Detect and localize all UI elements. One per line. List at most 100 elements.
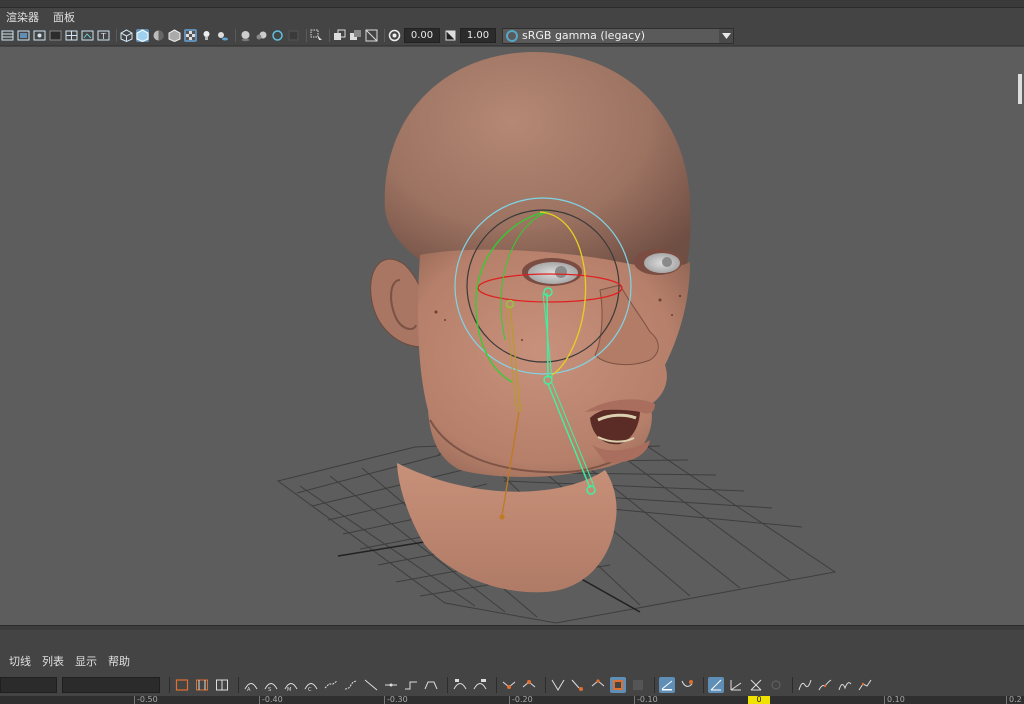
toolbar-separator xyxy=(235,29,236,42)
normalize-curves-icon[interactable] xyxy=(708,677,724,693)
step-curve-icon[interactable] xyxy=(403,677,419,693)
menu-tangents[interactable]: 切线 xyxy=(9,653,31,669)
panel-toolbar: T 0.00 1.00 sRGB gamma (legacy) xyxy=(0,26,1024,46)
break-tangents-icon[interactable] xyxy=(501,677,517,693)
current-time-marker[interactable]: 0 xyxy=(748,696,770,704)
select-camera-icon[interactable] xyxy=(1,29,14,42)
svg-text:A: A xyxy=(247,687,251,692)
xray-icon[interactable] xyxy=(333,29,346,42)
3d-viewport[interactable] xyxy=(0,47,1024,625)
menu-panels[interactable]: 面板 xyxy=(53,9,75,25)
auto-load-selection-icon[interactable] xyxy=(610,677,626,693)
graph-editor-menubar: 切线 列表 显示 帮助 xyxy=(0,652,141,670)
unify-tangents-icon[interactable] xyxy=(521,677,537,693)
ruler-tick: -0.40 xyxy=(259,696,283,704)
time-snap-icon[interactable] xyxy=(659,677,675,693)
weighted-tangents-icon[interactable] xyxy=(590,677,606,693)
gamma-field[interactable]: 1.00 xyxy=(460,28,496,43)
film-gate-icon[interactable] xyxy=(81,29,94,42)
exposure-field[interactable]: 0.00 xyxy=(404,28,440,43)
anti-aliasing-icon[interactable] xyxy=(271,29,284,42)
textured-icon[interactable] xyxy=(184,29,197,42)
center-current-time-icon[interactable] xyxy=(214,677,230,693)
smooth-shade-icon[interactable] xyxy=(136,29,149,42)
wireframe-icon[interactable] xyxy=(120,29,133,42)
image-plane-icon[interactable] xyxy=(49,29,62,42)
frame-all-icon[interactable] xyxy=(174,677,190,693)
motion-blur-icon[interactable] xyxy=(255,29,268,42)
panel-menubar: 渲染器 面板 xyxy=(0,8,1024,26)
xray-joints-icon[interactable] xyxy=(349,29,362,42)
step-tangent-icon[interactable] xyxy=(343,677,359,693)
lights-icon[interactable] xyxy=(200,29,213,42)
isolate-select-icon[interactable] xyxy=(310,29,323,42)
toolbar-separator xyxy=(384,29,385,42)
graph-editor-toolbar: A S M C xyxy=(0,674,1024,696)
flat-tangent-icon[interactable] xyxy=(323,677,339,693)
free-tangent-weight-icon[interactable] xyxy=(550,677,566,693)
ear-mesh xyxy=(370,258,427,348)
plateau-tangent-icon[interactable] xyxy=(423,677,439,693)
ruler-tick: 0.2 xyxy=(1006,696,1022,704)
ruler-tick: -0.20 xyxy=(509,696,533,704)
ruler-tick: -0.30 xyxy=(384,696,408,704)
toolbar-separator xyxy=(792,677,793,693)
clamped-tangent-icon[interactable]: M xyxy=(283,677,299,693)
menu-list[interactable]: 列表 xyxy=(42,653,64,669)
linear-tangent-icon[interactable]: C xyxy=(303,677,319,693)
exposure-icon[interactable] xyxy=(388,29,401,42)
xray-active-icon[interactable] xyxy=(365,29,378,42)
scene-render[interactable] xyxy=(0,47,1024,625)
bookmark-icon[interactable] xyxy=(33,29,46,42)
default-material-icon[interactable] xyxy=(152,29,165,42)
camera-attributes-icon[interactable] xyxy=(17,29,30,42)
toolbar-separator xyxy=(306,29,307,42)
cycle-offset-icon[interactable] xyxy=(817,677,833,693)
eyeball-right xyxy=(644,253,680,273)
stats-field-value[interactable] xyxy=(62,677,160,693)
linear-curve-icon[interactable] xyxy=(363,677,379,693)
ruler-tick: -0.50 xyxy=(134,696,158,704)
time-ruler[interactable]: -0.50 -0.40 -0.30 -0.20 -0.10 0 0.10 0.2 xyxy=(0,696,1024,704)
frame-playback-icon[interactable] xyxy=(194,677,210,693)
oscillate-icon[interactable] xyxy=(837,677,853,693)
toolbar-separator xyxy=(329,29,330,42)
value-snap-icon[interactable] xyxy=(679,677,695,693)
depth-of-field-icon[interactable] xyxy=(287,29,300,42)
menu-help[interactable]: 帮助 xyxy=(108,653,130,669)
infinity-icon[interactable] xyxy=(748,677,764,693)
toolbar-separator xyxy=(545,677,546,693)
buffer-curve-snapshot-icon[interactable] xyxy=(452,677,468,693)
color-management-dropdown[interactable]: sRGB gamma (legacy) xyxy=(502,27,734,44)
eyeball-left xyxy=(528,262,578,284)
swap-buffer-curves-icon[interactable] xyxy=(472,677,488,693)
grid-icon[interactable] xyxy=(65,29,78,42)
cycle-icon[interactable] xyxy=(797,677,813,693)
toolbar-separator xyxy=(238,677,239,693)
color-management-icon[interactable] xyxy=(506,29,518,42)
auto-tangent-icon[interactable]: A xyxy=(243,677,259,693)
flat-curve-icon[interactable] xyxy=(383,677,399,693)
lock-tangent-weight-icon[interactable] xyxy=(570,677,586,693)
toolbar-separator xyxy=(116,29,117,42)
spline-tangent-icon[interactable]: S xyxy=(263,677,279,693)
gamma-icon[interactable] xyxy=(444,29,457,42)
pre-infinity-icon[interactable] xyxy=(768,677,784,693)
neck-mesh xyxy=(397,463,617,593)
skull-mesh xyxy=(384,51,691,285)
chevron-down-icon[interactable] xyxy=(719,28,733,43)
menu-show[interactable]: 显示 xyxy=(75,653,97,669)
window-top-strip xyxy=(0,0,1024,8)
post-infinity-icon[interactable] xyxy=(857,677,873,693)
toolbar-separator xyxy=(169,677,170,693)
svg-text:S: S xyxy=(268,687,271,692)
menu-renderer[interactable]: 渲染器 xyxy=(6,9,39,25)
ambient-occlusion-icon[interactable] xyxy=(239,29,252,42)
wireframe-on-shaded-icon[interactable] xyxy=(168,29,181,42)
resolution-gate-icon[interactable]: T xyxy=(97,29,110,42)
svg-text:C: C xyxy=(308,687,312,692)
load-selected-icon[interactable] xyxy=(630,677,646,693)
stats-field-time[interactable] xyxy=(0,677,57,693)
shadows-icon[interactable] xyxy=(216,29,229,42)
denormalize-icon[interactable] xyxy=(728,677,744,693)
